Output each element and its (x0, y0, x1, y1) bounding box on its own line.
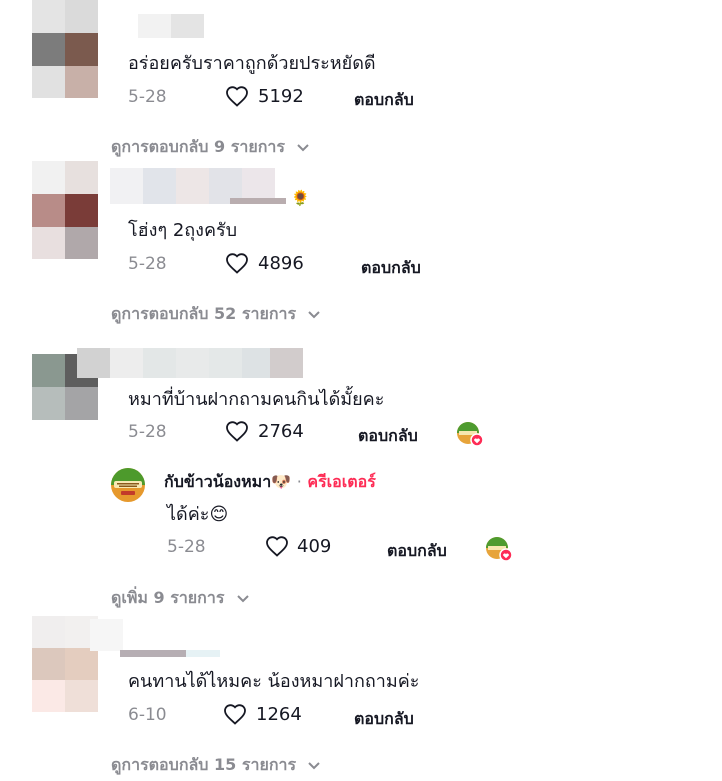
smile-emoji: 😊 (209, 504, 229, 525)
separator: · (296, 472, 302, 491)
reply-text: ได้ค่ะ😊 (167, 499, 228, 528)
like-count: 2764 (258, 421, 304, 442)
comment-date: 5-28 (128, 422, 167, 442)
username-blurred[interactable] (77, 348, 303, 378)
heart-outline-icon[interactable] (222, 703, 248, 727)
comment-date: 6-10 (128, 705, 167, 725)
creator-liked-badge-icon (456, 421, 484, 447)
username-blurred[interactable] (138, 14, 204, 38)
username-blurred[interactable] (110, 168, 286, 204)
creator-liked-badge-icon (485, 536, 513, 562)
name-emoji: 🌻 (291, 189, 310, 207)
avatar[interactable] (32, 0, 98, 98)
reply-button[interactable]: ตอบกลับ (354, 707, 414, 732)
creator-avatar[interactable] (110, 467, 146, 503)
reply-button[interactable]: ตอบกลับ (387, 539, 447, 564)
creator-header: กับข้าวน้องหมา🐶 · ครีเอเตอร์ (164, 470, 376, 495)
heart-outline-icon[interactable] (264, 535, 290, 559)
reply-text-content: ได้ค่ะ (167, 504, 210, 525)
reply-button[interactable]: ตอบกลับ (354, 88, 414, 113)
creator-tag: ครีเอเตอร์ (307, 472, 376, 491)
comment-text: คนทานได้ไหมคะ น้องหมาฝากถามค่ะ (128, 671, 420, 692)
comment-date: 5-28 (128, 254, 167, 274)
like-count: 4896 (258, 253, 304, 274)
comment-text: อร่อยครับราคาถูกด้วยประหยัดดี (128, 53, 376, 74)
avatar[interactable] (32, 616, 98, 712)
like-count: 1264 (256, 704, 302, 725)
comment-date: 5-28 (128, 87, 167, 107)
heart-outline-icon[interactable] (224, 252, 250, 276)
heart-outline-icon[interactable] (224, 85, 250, 109)
heart-outline-icon[interactable] (224, 420, 250, 444)
comment-text: หมาที่บ้านฝากถามคนกินได้มั้ยคะ (128, 389, 385, 410)
view-replies-button[interactable]: ดูการตอบกลับ 15 รายการ (111, 753, 321, 778)
view-replies-button[interactable]: ดูการตอบกลับ 9 รายการ (111, 135, 310, 160)
like-count: 5192 (258, 86, 304, 107)
chevron-down-icon (308, 310, 320, 318)
username-blurred[interactable] (90, 619, 220, 657)
comment-text: โฮ่งๆ 2ถุงครับ (128, 220, 238, 241)
reply-date: 5-28 (167, 537, 206, 557)
view-more-label: ดูเพิ่ม 9 รายการ (111, 588, 225, 607)
creator-name[interactable]: กับข้าวน้องหมา (164, 472, 271, 491)
view-replies-label: ดูการตอบกลับ 9 รายการ (111, 137, 285, 156)
like-count: 409 (297, 536, 332, 557)
reply-button[interactable]: ตอบกลับ (358, 424, 418, 449)
chevron-down-icon (236, 594, 249, 602)
avatar[interactable] (32, 161, 98, 259)
view-replies-button[interactable]: ดูการตอบกลับ 52 รายการ (111, 302, 321, 327)
reply-button[interactable]: ตอบกลับ (361, 256, 421, 281)
view-replies-label: ดูการตอบกลับ 15 รายการ (111, 755, 297, 774)
chevron-down-icon (308, 761, 320, 769)
chevron-down-icon (297, 143, 309, 151)
dog-emoji: 🐶 (271, 472, 292, 491)
view-replies-label: ดูการตอบกลับ 52 รายการ (111, 304, 297, 323)
view-more-button[interactable]: ดูเพิ่ม 9 รายการ (111, 586, 250, 611)
